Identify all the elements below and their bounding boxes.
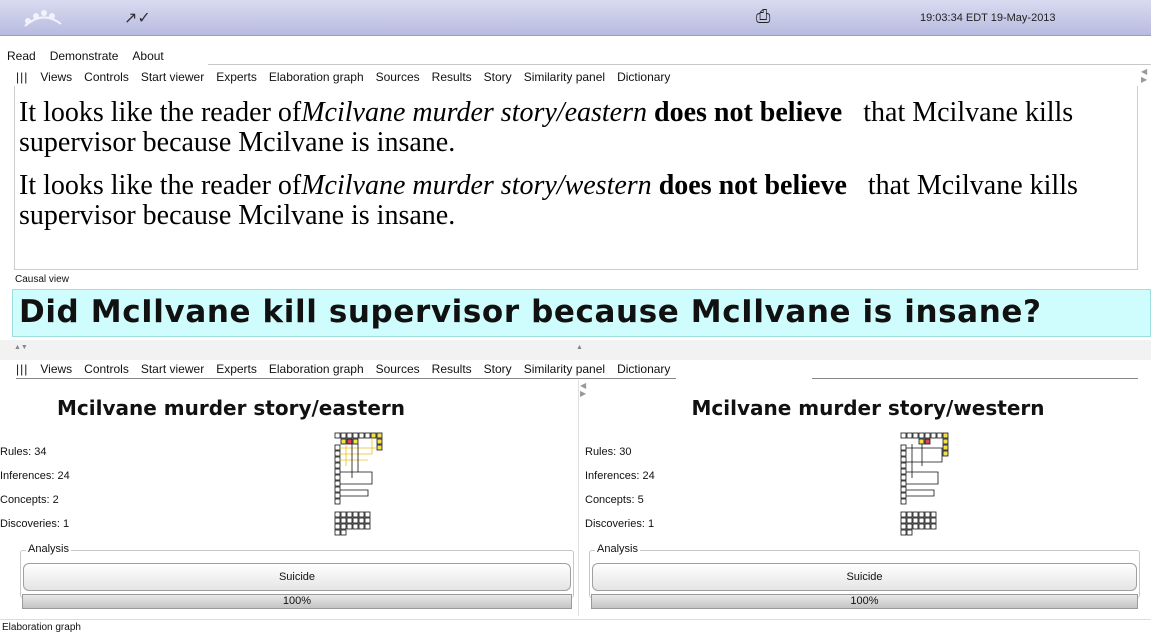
tab-underline: [812, 378, 1138, 379]
stat-inferences: Inferences: 24: [0, 470, 70, 482]
question-text: Did McIlvane kill supervisor because McI…: [19, 294, 1042, 330]
elaboration-graph-thumbnail[interactable]: [898, 432, 954, 538]
splitter-arrows-icon[interactable]: ▲▼: [14, 344, 28, 351]
tab-story[interactable]: Story: [478, 360, 518, 378]
question-banner: Did McIlvane kill supervisor because McI…: [12, 289, 1151, 337]
tab-experts[interactable]: Experts: [210, 68, 263, 86]
tab-elaboration-graph[interactable]: Elaboration graph: [263, 360, 370, 378]
title-bar: ↗✓ ⎙ 19:03:34 EDT 19-May-2013: [0, 0, 1151, 36]
tab-views[interactable]: Views: [34, 68, 78, 86]
clock: 19:03:34 EDT 19-May-2013: [920, 12, 1056, 24]
story-name: Mcilvane murder story/western: [301, 170, 652, 201]
main-menu: Read Demonstrate About: [0, 47, 171, 65]
tab-experts[interactable]: Experts: [210, 360, 263, 378]
analysis-group: Analysis Suicide: [20, 543, 574, 598]
scroll-arrows-icon[interactable]: ◀ ▶: [1141, 68, 1147, 84]
verdict: does not believe: [654, 97, 843, 128]
tab-sources[interactable]: Sources: [370, 360, 426, 378]
story-name: Mcilvane murder story/eastern: [301, 97, 648, 128]
tab-similarity-panel[interactable]: Similarity panel: [518, 360, 611, 378]
elaboration-graph-thumbnail[interactable]: [332, 432, 388, 538]
tab-start-viewer[interactable]: Start viewer: [135, 68, 210, 86]
suicide-button[interactable]: Suicide: [592, 563, 1137, 591]
progress-bar: 100%: [22, 594, 572, 609]
menu-divider: [208, 64, 1151, 65]
sentence-prefix: It looks like the reader of: [19, 97, 302, 128]
causal-view-label: Causal view: [15, 274, 69, 285]
suicide-button[interactable]: Suicide: [23, 563, 571, 591]
stat-concepts: Concepts: 2: [0, 494, 59, 506]
analysis-legend: Analysis: [595, 543, 640, 555]
story-title: Mcilvane murder story/western: [691, 396, 1045, 420]
logo-icon: [24, 10, 62, 27]
tab-dictionary[interactable]: Dictionary: [611, 68, 676, 86]
tab-controls[interactable]: Controls: [78, 68, 135, 86]
stat-concepts: Concepts: 5: [585, 494, 644, 506]
sentence-prefix: It looks like the reader of: [19, 170, 302, 201]
top-tab-bar: ||| Views Controls Start viewer Experts …: [16, 68, 677, 87]
splitter-handle-icon[interactable]: ▲: [576, 344, 583, 351]
verdict: does not believe: [658, 170, 847, 201]
share-icon[interactable]: ↗✓: [124, 8, 151, 28]
stat-rules: Rules: 30: [585, 446, 632, 458]
menu-about[interactable]: About: [125, 47, 170, 65]
pane-splitter[interactable]: ▲▼ ▲: [0, 340, 1151, 360]
tab-dictionary[interactable]: Dictionary: [611, 360, 676, 378]
stat-rules: Rules: 34: [0, 446, 47, 458]
stat-discoveries: Discoveries: 1: [585, 518, 655, 530]
story-title: Mcilvane murder story/eastern: [56, 396, 406, 420]
tab-controls[interactable]: Controls: [78, 360, 135, 378]
tab-start-viewer[interactable]: Start viewer: [135, 360, 210, 378]
tab-grip[interactable]: |||: [16, 68, 34, 86]
tab-views[interactable]: Views: [34, 360, 78, 378]
causal-sentence: It looks like the reader ofMcilvane murd…: [19, 171, 1137, 231]
menu-read[interactable]: Read: [0, 47, 43, 65]
bottom-tab-bar: ||| Views Controls Start viewer Experts …: [16, 360, 677, 379]
printer-icon[interactable]: ⎙: [756, 6, 770, 27]
menu-demonstrate[interactable]: Demonstrate: [43, 47, 126, 65]
tab-results[interactable]: Results: [426, 68, 478, 86]
tab-sources[interactable]: Sources: [370, 68, 426, 86]
analysis-legend: Analysis: [26, 543, 71, 555]
story-panel-eastern: Mcilvane murder story/eastern Rules: 34 …: [0, 380, 578, 616]
causal-sentence: It looks like the reader ofMcilvane murd…: [19, 98, 1137, 158]
tab-story[interactable]: Story: [478, 68, 518, 86]
stat-discoveries: Discoveries: 1: [0, 518, 70, 530]
tab-similarity-panel[interactable]: Similarity panel: [518, 68, 611, 86]
analysis-group: Analysis Suicide: [589, 543, 1140, 598]
panel-divider[interactable]: [578, 380, 579, 616]
stat-inferences: Inferences: 24: [585, 470, 655, 482]
tab-grip[interactable]: |||: [16, 360, 34, 378]
progress-bar: 100%: [591, 594, 1138, 609]
tab-elaboration-graph[interactable]: Elaboration graph: [263, 68, 370, 86]
story-panel-western: Mcilvane murder story/western Rules: 30 …: [585, 380, 1151, 616]
causal-text-panel: It looks like the reader ofMcilvane murd…: [14, 86, 1138, 270]
footer-label: Elaboration graph: [0, 619, 1151, 637]
tab-results[interactable]: Results: [426, 360, 478, 378]
